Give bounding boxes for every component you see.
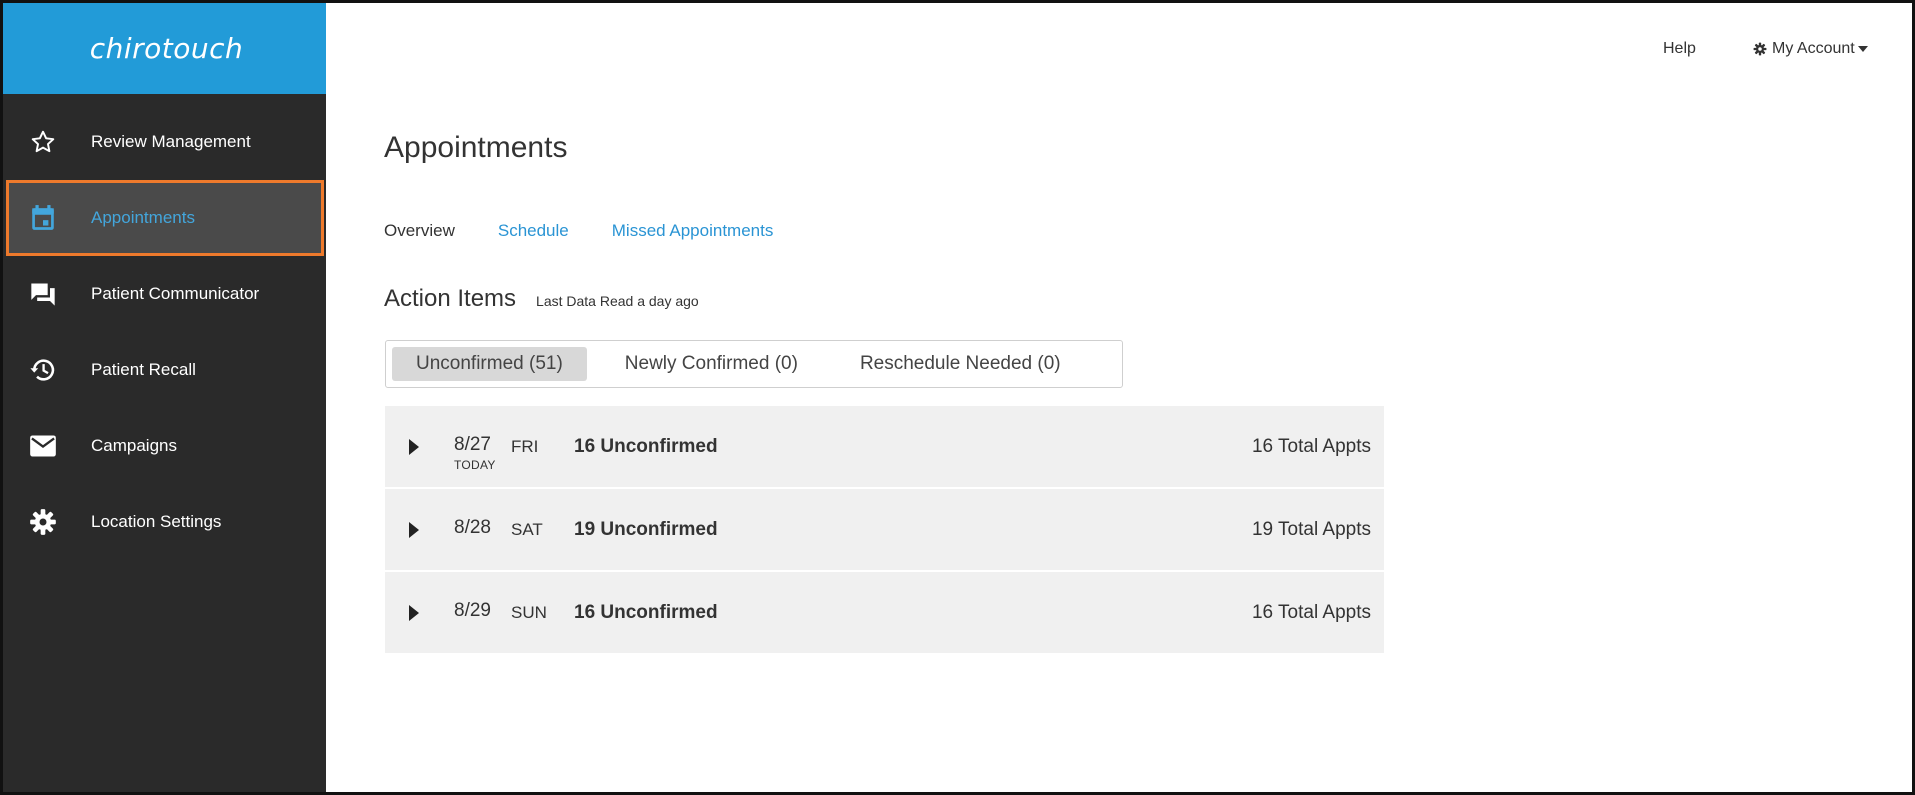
row-day-of-week: SUN bbox=[511, 603, 547, 622]
segment-unconfirmed[interactable]: Unconfirmed (51) bbox=[392, 347, 587, 381]
list-item[interactable]: 8/28 SAT 19 Unconfirmed 19 Total Appts bbox=[385, 489, 1384, 570]
sidebar-item-label: Review Management bbox=[91, 132, 251, 151]
segment-newly-confirmed[interactable]: Newly Confirmed (0) bbox=[601, 347, 822, 381]
row-date: 8/27 bbox=[454, 434, 491, 455]
sidebar: chirotouch Review Management Appointment… bbox=[3, 3, 326, 792]
sidebar-item-campaigns[interactable]: Campaigns bbox=[3, 408, 326, 484]
tab-schedule[interactable]: Schedule bbox=[498, 221, 569, 241]
logo-bar[interactable]: chirotouch bbox=[3, 3, 326, 94]
row-day-of-week: SAT bbox=[511, 520, 543, 539]
row-unconfirmed-count: 19 Unconfirmed bbox=[574, 519, 718, 540]
top-bar: Help My Account bbox=[326, 3, 1912, 94]
calendar-icon bbox=[28, 203, 58, 233]
sub-navigation: Overview Schedule Missed Appointments bbox=[384, 221, 816, 241]
list-item[interactable]: 8/29 SUN 16 Unconfirmed 16 Total Appts bbox=[385, 572, 1384, 653]
action-items-header: Action Items Last Data Read a day ago bbox=[384, 285, 699, 313]
last-data-read: Last Data Read a day ago bbox=[536, 293, 699, 309]
gear-icon bbox=[1753, 42, 1767, 56]
list-item[interactable]: 8/27 TODAY FRI 16 Unconfirmed 16 Total A… bbox=[385, 406, 1384, 487]
caret-right-icon[interactable] bbox=[409, 605, 419, 626]
row-date: 8/29 bbox=[454, 600, 491, 621]
history-icon bbox=[28, 355, 58, 385]
row-date: 8/28 bbox=[454, 517, 491, 538]
app-window: chirotouch Review Management Appointment… bbox=[0, 0, 1915, 795]
logo: chirotouch bbox=[89, 32, 244, 65]
action-items-title: Action Items bbox=[384, 285, 517, 312]
sidebar-item-label: Patient Recall bbox=[91, 360, 196, 379]
sidebar-item-patient-recall[interactable]: Patient Recall bbox=[3, 332, 326, 408]
sidebar-item-label: Location Settings bbox=[91, 512, 222, 531]
caret-right-icon[interactable] bbox=[409, 522, 419, 543]
sidebar-item-label: Patient Communicator bbox=[91, 284, 260, 303]
chat-icon bbox=[28, 279, 58, 309]
sidebar-nav: Review Management Appointments Patient C… bbox=[3, 104, 326, 560]
star-icon bbox=[28, 127, 58, 157]
caret-down-icon bbox=[1857, 45, 1868, 53]
help-link[interactable]: Help bbox=[1663, 40, 1696, 58]
row-total-appts: 16 Total Appts bbox=[1251, 602, 1371, 623]
appointment-day-list: 8/27 TODAY FRI 16 Unconfirmed 16 Total A… bbox=[385, 406, 1384, 655]
gear-icon bbox=[28, 507, 58, 537]
sidebar-item-patient-communicator[interactable]: Patient Communicator bbox=[3, 256, 326, 332]
row-total-appts: 19 Total Appts bbox=[1251, 519, 1371, 540]
sidebar-item-location-settings[interactable]: Location Settings bbox=[3, 484, 326, 560]
sidebar-item-label: Campaigns bbox=[91, 436, 177, 455]
row-day-of-week: FRI bbox=[511, 437, 539, 456]
tab-missed-appointments[interactable]: Missed Appointments bbox=[612, 221, 774, 241]
row-unconfirmed-count: 16 Unconfirmed bbox=[574, 602, 718, 623]
today-label: TODAY bbox=[454, 458, 496, 472]
page-title: Appointments bbox=[384, 131, 568, 164]
tab-overview[interactable]: Overview bbox=[384, 221, 455, 241]
my-account-label: My Account bbox=[1772, 40, 1855, 57]
status-segmented-control: Unconfirmed (51) Newly Confirmed (0) Res… bbox=[385, 340, 1123, 388]
row-total-appts: 16 Total Appts bbox=[1251, 436, 1371, 457]
segment-reschedule-needed[interactable]: Reschedule Needed (0) bbox=[836, 347, 1085, 381]
sidebar-item-label: Appointments bbox=[91, 208, 195, 227]
my-account-dropdown[interactable]: My Account bbox=[1753, 40, 1868, 58]
envelope-icon bbox=[28, 431, 58, 461]
sidebar-item-review-management[interactable]: Review Management bbox=[3, 104, 326, 180]
sidebar-item-appointments[interactable]: Appointments bbox=[6, 180, 324, 256]
caret-right-icon[interactable] bbox=[409, 439, 419, 460]
row-unconfirmed-count: 16 Unconfirmed bbox=[574, 436, 718, 457]
